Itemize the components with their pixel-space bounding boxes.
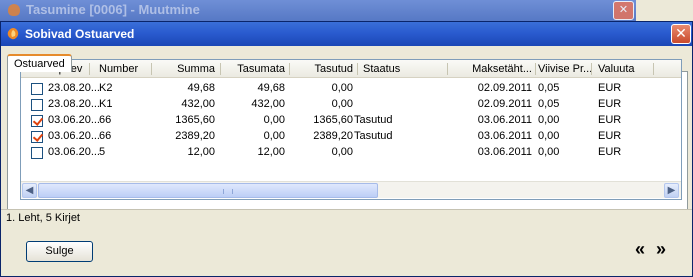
app-icon	[8, 4, 20, 16]
cell-valuuta: EUR	[598, 82, 622, 94]
col-header-summa[interactable]: Summa	[153, 63, 215, 77]
close-icon[interactable]: ✕	[671, 24, 691, 44]
cell-tasumata: 432,00	[251, 98, 285, 110]
row-checkbox[interactable]	[31, 147, 43, 159]
dialog-title: Sobivad Ostuarved	[25, 27, 135, 41]
dialog-titlebar[interactable]: Sobivad Ostuarved ✕	[1, 22, 692, 46]
table-header: Kuupäev Number Summa Tasumata Tasutud St…	[21, 60, 681, 78]
cell-maksetaht: 03.06.2011	[477, 146, 532, 158]
col-header-maksetaht[interactable]: Maksetäht...	[449, 63, 532, 77]
cell-summa: 12,00	[187, 146, 215, 158]
cell-tasumata: 49,68	[257, 82, 285, 94]
cell-date: 03.06.20...	[48, 114, 100, 126]
cell-maksetaht: 03.06.2011	[477, 130, 532, 142]
cell-tasumata: 0,00	[263, 114, 285, 126]
table-row[interactable]: 23.08.20... K2 49,68 49,68 0,00 02.09.2011 0,0…	[21, 81, 681, 97]
table-row[interactable]: 03.06.20... 66 2389,20 0,00 2389,20 Tasutud 03…	[21, 129, 681, 145]
row-checkbox[interactable]	[31, 99, 43, 111]
scroll-right-icon[interactable]: ▶	[664, 183, 679, 198]
nav-prev-icon[interactable]: «	[635, 239, 645, 260]
cell-summa: 432,00	[181, 98, 215, 110]
cell-maksetaht: 03.06.2011	[477, 114, 532, 126]
background-close-icon: ✕	[613, 1, 634, 20]
app-logo-icon	[7, 28, 19, 40]
cell-date: 23.08.20...	[48, 98, 100, 110]
cell-valuuta: EUR	[598, 130, 622, 142]
cell-maksetaht: 02.09.2011	[477, 98, 532, 110]
tab-ostuarved[interactable]: Ostuarved	[7, 54, 72, 72]
cell-valuuta: EUR	[598, 146, 622, 158]
col-header-tasutud[interactable]: Tasutud	[291, 63, 353, 77]
cell-valuuta: EUR	[598, 114, 622, 126]
cell-number: 5	[99, 146, 106, 158]
col-header-viivis[interactable]: Viivise Pr...	[538, 63, 592, 77]
cell-number: K2	[99, 82, 113, 94]
nav-next-icon[interactable]: »	[656, 239, 666, 260]
table-row[interactable]: 03.06.20... 66 1365,60 0,00 1365,60 Tasutud 03…	[21, 113, 681, 129]
table-row[interactable]: 03.06.20... 5 12,00 12,00 0,00 03.06.2011 0,00…	[21, 145, 681, 161]
background-window-title: Tasumine [0006] - Muutmine	[26, 2, 200, 17]
cell-summa: 2389,20	[175, 130, 215, 142]
cell-staatus: Tasutud	[354, 130, 393, 142]
row-checkbox[interactable]	[31, 131, 43, 143]
cell-tasutud: 0,00	[331, 146, 353, 158]
cell-viivis: 0,00	[538, 130, 560, 142]
background-window-titlebar: Tasumine [0006] - Muutmine ✕	[0, 0, 693, 22]
col-header-tasumata[interactable]: Tasumata	[221, 63, 285, 77]
horizontal-scrollbar[interactable]: ◀ ▶	[21, 181, 681, 198]
row-checkbox[interactable]	[31, 83, 43, 95]
cell-viivis: 0,05	[538, 82, 560, 94]
status-text: 1. Leht, 5 Kirjet	[6, 212, 80, 224]
cell-tasumata: 12,00	[257, 146, 285, 158]
cell-viivis: 0,00	[538, 114, 560, 126]
background-window-edge	[636, 0, 693, 22]
cell-number: 66	[99, 130, 112, 142]
cell-staatus: Tasutud	[354, 114, 393, 126]
cell-tasutud: 2389,20	[313, 130, 353, 142]
cell-date: 23.08.20...	[48, 82, 100, 94]
status-bar: 1. Leht, 5 Kirjet	[1, 209, 692, 225]
col-header-valuuta[interactable]: Valuuta	[598, 63, 635, 77]
scroll-left-icon[interactable]: ◀	[22, 183, 37, 198]
cell-summa: 1365,60	[175, 114, 215, 126]
cell-summa: 49,68	[187, 82, 215, 94]
sulge-button[interactable]: Sulge	[26, 241, 93, 262]
cell-date: 03.06.20...	[48, 130, 100, 142]
cell-tasutud: 1365,60	[313, 114, 353, 126]
scroll-thumb[interactable]	[38, 183, 378, 198]
table-row[interactable]: 23.08.20... K1 432,00 432,00 0,00 02.09.2011 0…	[21, 97, 681, 113]
cell-date: 03.06.20...	[48, 146, 100, 158]
cell-maksetaht: 02.09.2011	[477, 82, 532, 94]
cell-viivis: 0,00	[538, 146, 560, 158]
cell-tasutud: 0,00	[331, 82, 353, 94]
col-header-number[interactable]: Number	[99, 63, 138, 77]
cell-tasutud: 0,00	[331, 98, 353, 110]
cell-valuuta: EUR	[598, 98, 622, 110]
cell-number: 66	[99, 114, 112, 126]
invoice-table: Kuupäev Number Summa Tasumata Tasutud St…	[20, 59, 682, 200]
cell-tasumata: 0,00	[263, 130, 285, 142]
cell-number: K1	[99, 98, 113, 110]
col-header-staatus[interactable]: Staatus	[363, 63, 400, 77]
cell-viivis: 0,05	[538, 98, 560, 110]
row-checkbox[interactable]	[31, 115, 43, 127]
